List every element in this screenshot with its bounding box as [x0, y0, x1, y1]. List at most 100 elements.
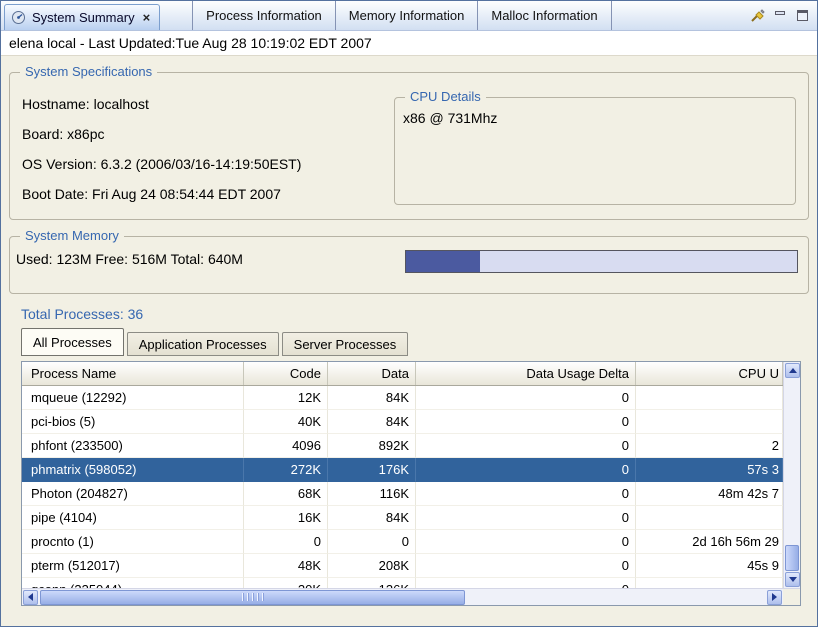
cell-process-name: pci-bios (5) — [22, 410, 244, 434]
cell-data: 84K — [328, 506, 416, 530]
system-information-window: System Summary × Process Information Mem… — [0, 0, 818, 627]
arrow-down-icon — [789, 577, 797, 582]
tab-memory-information[interactable]: Memory Information — [336, 1, 479, 30]
system-summary-icon — [11, 10, 26, 25]
table-row[interactable]: phfont (233500) 4096 892K 0 2 — [22, 434, 783, 458]
cell-cpu — [636, 578, 783, 588]
close-icon[interactable]: × — [143, 10, 151, 25]
column-header-data[interactable]: Data — [328, 362, 416, 385]
cell-process-name: qconn (335044) — [22, 578, 244, 588]
tab-all-processes[interactable]: All Processes — [21, 328, 124, 356]
cell-data: 892K — [328, 434, 416, 458]
tab-label: All Processes — [33, 335, 112, 350]
table-row[interactable]: mqueue (12292) 12K 84K 0 — [22, 386, 783, 410]
tab-application-processes[interactable]: Application Processes — [127, 332, 279, 356]
cell-delta: 0 — [416, 506, 636, 530]
arrow-up-icon — [789, 368, 797, 373]
cell-cpu: 57s 3 — [636, 458, 783, 482]
table-row[interactable]: pipe (4104) 16K 84K 0 — [22, 506, 783, 530]
table-bottom-bar — [22, 588, 800, 605]
cell-code: 272K — [244, 458, 328, 482]
cell-code: 0 — [244, 530, 328, 554]
cell-code: 40K — [244, 410, 328, 434]
cell-process-name: phmatrix (598052) — [22, 458, 244, 482]
cell-data: 176K — [328, 458, 416, 482]
column-header-data-usage-delta[interactable]: Data Usage Delta — [416, 362, 636, 385]
scroll-right-button[interactable] — [767, 590, 782, 605]
tab-label: Malloc Information — [491, 8, 597, 23]
cell-data: 84K — [328, 410, 416, 434]
cell-process-name: procnto (1) — [22, 530, 244, 554]
cell-cpu — [636, 386, 783, 410]
minimize-icon[interactable] — [774, 10, 787, 21]
memory-bar-fill — [406, 251, 480, 272]
summary-content: System Specifications Hostname: localhos… — [1, 56, 817, 606]
cell-data: 208K — [328, 554, 416, 578]
table-row[interactable]: qconn (335044) 20K 136K 0 — [22, 578, 783, 588]
cell-delta: 0 — [416, 386, 636, 410]
cell-data: 0 — [328, 530, 416, 554]
cell-process-name: mqueue (12292) — [22, 386, 244, 410]
cell-code: 4096 — [244, 434, 328, 458]
last-updated-text: elena local - Last Updated:Tue Aug 28 10… — [9, 35, 372, 51]
group-title: System Specifications — [20, 64, 157, 79]
cell-code: 12K — [244, 386, 328, 410]
cell-delta: 0 — [416, 458, 636, 482]
column-header-code[interactable]: Code — [244, 362, 328, 385]
column-header-cpu-usage[interactable]: CPU U — [636, 362, 783, 385]
arrow-left-icon — [28, 593, 33, 601]
cell-process-name: pipe (4104) — [22, 506, 244, 530]
process-table: Process Name Code Data Data Usage Delta … — [21, 361, 801, 606]
table-row-selected[interactable]: phmatrix (598052) 272K 176K 0 57s 3 — [22, 458, 783, 482]
horizontal-scrollbar[interactable] — [22, 589, 783, 605]
tab-label: Server Processes — [294, 337, 397, 352]
view-tab-bar: System Summary × Process Information Mem… — [1, 1, 817, 31]
tab-malloc-information[interactable]: Malloc Information — [478, 1, 611, 30]
cell-delta: 0 — [416, 554, 636, 578]
tab-server-processes[interactable]: Server Processes — [282, 332, 409, 356]
table-row[interactable]: pterm (512017) 48K 208K 0 45s 9 — [22, 554, 783, 578]
vscroll-track[interactable] — [784, 379, 800, 545]
cell-delta: 0 — [416, 530, 636, 554]
cell-cpu: 2 — [636, 434, 783, 458]
scroll-up-button[interactable] — [785, 363, 800, 378]
view-toolbar — [749, 1, 817, 30]
table-row[interactable]: procnto (1) 0 0 0 2d 16h 56m 29 — [22, 530, 783, 554]
cell-delta: 0 — [416, 434, 636, 458]
tab-label: Application Processes — [139, 337, 267, 352]
tab-label: Process Information — [206, 8, 322, 23]
status-line: elena local - Last Updated:Tue Aug 28 10… — [1, 31, 817, 56]
cell-cpu — [636, 410, 783, 434]
tab-process-information[interactable]: Process Information — [192, 1, 336, 30]
memory-usage-bar — [405, 250, 798, 273]
cell-cpu: 48m 42s 7 — [636, 482, 783, 506]
thumb-grip — [242, 593, 264, 601]
scrollbar-corner — [783, 589, 800, 605]
cell-cpu — [636, 506, 783, 530]
total-processes-label: Total Processes: 36 — [21, 306, 809, 322]
scroll-left-button[interactable] — [23, 590, 38, 605]
table-row[interactable]: Photon (204827) 68K 116K 0 48m 42s 7 — [22, 482, 783, 506]
cpu-details-group: CPU Details x86 @ 731Mhz — [394, 97, 796, 205]
process-tab-strip: All Processes Application Processes Serv… — [21, 328, 809, 356]
arrow-right-icon — [772, 593, 777, 601]
table-row[interactable]: pci-bios (5) 40K 84K 0 — [22, 410, 783, 434]
hscroll-thumb[interactable] — [40, 590, 465, 605]
cell-delta: 0 — [416, 578, 636, 588]
vertical-scrollbar[interactable] — [783, 362, 800, 588]
column-header-process-name[interactable]: Process Name — [22, 362, 244, 385]
maximize-icon[interactable] — [796, 10, 809, 21]
cell-code: 68K — [244, 482, 328, 506]
tab-system-summary[interactable]: System Summary × — [4, 4, 160, 30]
clear-icon[interactable] — [749, 8, 765, 24]
cell-code: 48K — [244, 554, 328, 578]
cell-cpu: 45s 9 — [636, 554, 783, 578]
tab-label: Memory Information — [349, 8, 465, 23]
vscroll-thumb[interactable] — [785, 545, 799, 571]
scroll-down-button[interactable] — [785, 572, 800, 587]
cell-delta: 0 — [416, 410, 636, 434]
cell-data: 84K — [328, 386, 416, 410]
cell-cpu: 2d 16h 56m 29 — [636, 530, 783, 554]
tab-label: System Summary — [32, 10, 135, 25]
system-specifications-group: System Specifications Hostname: localhos… — [9, 72, 809, 220]
